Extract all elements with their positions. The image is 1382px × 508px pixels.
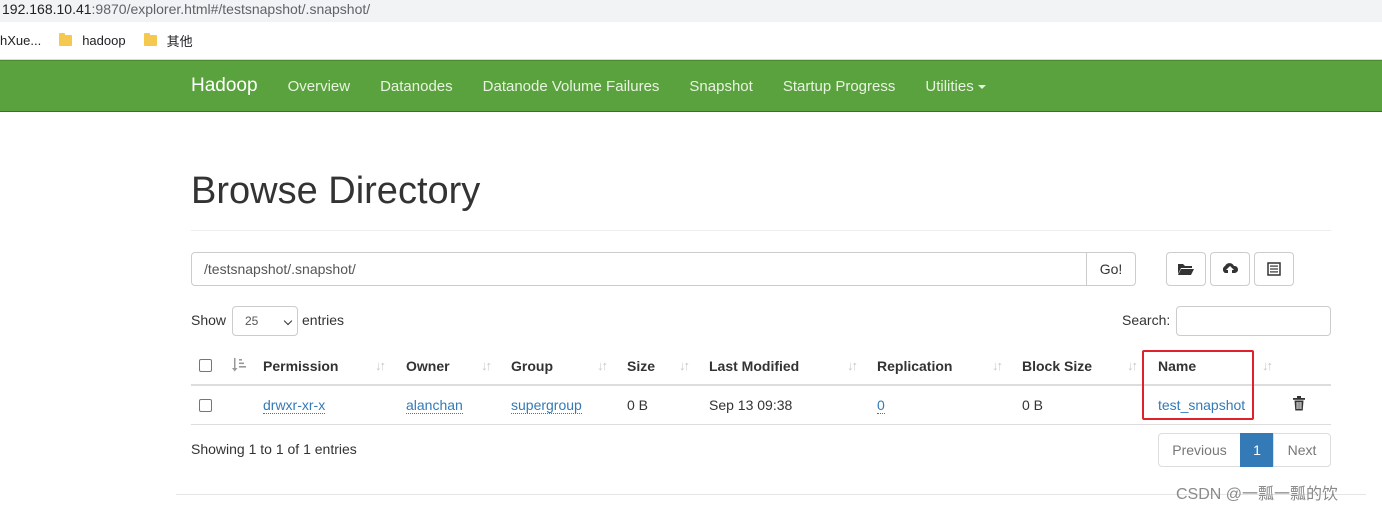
entries-select-value: 25 <box>245 314 259 328</box>
block-size-cell: 0 B <box>1022 397 1044 413</box>
column-header-last-modified[interactable]: Last Modified <box>709 358 799 374</box>
entries-label: entries <box>302 312 345 328</box>
bookmark-label: hXue... <box>0 33 42 48</box>
folder-icon <box>59 33 73 46</box>
nav-startup-progress[interactable]: Startup Progress <box>783 78 896 95</box>
go-button[interactable]: Go! <box>1086 252 1136 286</box>
pagination-page-1[interactable]: 1 <box>1240 433 1274 467</box>
table-row-divider <box>191 424 1331 425</box>
table-info-summary: Showing 1 to 1 of 1 entries <box>191 441 357 457</box>
nav-volume-failures[interactable]: Datanode Volume Failures <box>483 78 660 95</box>
column-header-owner[interactable]: Owner <box>406 358 450 374</box>
annotation-highlight-box <box>1142 350 1254 420</box>
address-host: 192.168.10.41 <box>2 1 92 17</box>
bookmarks-bar: hXue... hadoop 其他 <box>0 22 1382 60</box>
folder-icon <box>143 33 157 46</box>
nav-utilities-dropdown[interactable]: Utilities <box>925 77 986 95</box>
create-directory-button[interactable] <box>1166 252 1206 286</box>
replication-cell[interactable]: 0 <box>877 397 885 414</box>
permission-cell[interactable]: drwxr-xr-x <box>263 397 326 414</box>
address-bar[interactable]: 192.168.10.41:9870/explorer.html#/testsn… <box>0 0 1382 22</box>
title-divider <box>191 230 1331 231</box>
list-icon <box>1267 262 1281 276</box>
directory-path-input[interactable] <box>191 252 1087 286</box>
bookmark-folder-hadoop[interactable]: hadoop <box>59 33 126 48</box>
address-path: :9870/explorer.html#/testsnapshot/.snaps… <box>91 1 371 17</box>
nav-datanodes[interactable]: Datanodes <box>380 78 453 95</box>
navbar: Hadoop Overview Datanodes Datanode Volum… <box>0 60 1382 112</box>
sort-icon[interactable]: ↓↑ <box>597 358 608 373</box>
sort-icon[interactable]: ↓↑ <box>375 358 386 373</box>
column-header-permission[interactable]: Permission <box>263 358 338 374</box>
upload-files-button[interactable] <box>1210 252 1250 286</box>
column-header-block-size[interactable]: Block Size <box>1022 358 1092 374</box>
entries-per-page-select[interactable]: 25 <box>232 306 298 336</box>
sort-icon[interactable]: ↓↑ <box>481 358 492 373</box>
page-title: Browse Directory <box>191 170 481 212</box>
search-label: Search: <box>1122 312 1171 328</box>
nav-utilities-label: Utilities <box>925 77 974 95</box>
nav-snapshot[interactable]: Snapshot <box>689 78 752 95</box>
bookmark-folder-other[interactable]: 其他 <box>143 31 193 50</box>
folder-open-icon <box>1178 264 1194 275</box>
column-header-group[interactable]: Group <box>511 358 553 374</box>
sort-icon[interactable]: ↓↑ <box>847 358 858 373</box>
cloud-upload-icon <box>1222 263 1239 273</box>
bookmark-label: 其他 <box>166 34 193 49</box>
caret-down-icon <box>977 84 986 89</box>
size-cell: 0 B <box>627 397 649 413</box>
chevron-down-icon <box>283 316 293 326</box>
sort-icon[interactable]: ↓↑ <box>1127 358 1138 373</box>
select-all-checkbox[interactable] <box>199 359 212 372</box>
cut-paste-button[interactable] <box>1254 252 1294 286</box>
last-modified-cell: Sep 13 09:38 <box>709 397 793 413</box>
bookmark-label: hadoop <box>82 33 126 48</box>
sort-icon[interactable]: ↓↑ <box>992 358 1003 373</box>
show-label: Show <box>191 312 227 328</box>
sort-icon[interactable]: ↓↑ <box>679 358 690 373</box>
trash-icon[interactable] <box>1293 396 1305 411</box>
bookmark-item[interactable]: hXue... <box>0 33 41 48</box>
nav-overview[interactable]: Overview <box>288 78 351 95</box>
pagination-previous[interactable]: Previous <box>1158 433 1241 467</box>
owner-cell[interactable]: alanchan <box>406 397 463 414</box>
sort-icon[interactable]: ↓↑ <box>1262 358 1273 373</box>
column-header-replication[interactable]: Replication <box>877 358 952 374</box>
row-select-checkbox[interactable] <box>199 399 212 412</box>
sort-asc-icon[interactable] <box>232 358 248 372</box>
column-header-size[interactable]: Size <box>627 358 655 374</box>
pagination-next[interactable]: Next <box>1273 433 1331 467</box>
brand-link[interactable]: Hadoop <box>191 75 258 97</box>
search-input[interactable] <box>1176 306 1331 336</box>
group-cell[interactable]: supergroup <box>511 397 582 414</box>
watermark: CSDN @一瓢一瓢的饮 <box>1176 486 1339 503</box>
